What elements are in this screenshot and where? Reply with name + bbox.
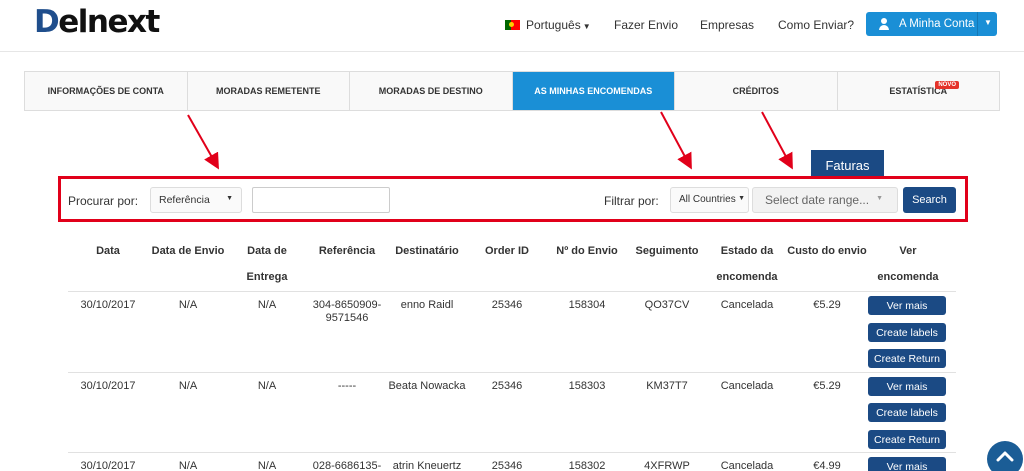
- country-filter-value: All Countries: [679, 194, 736, 205]
- row-divider: [68, 372, 956, 373]
- arrow-2: [660, 111, 692, 170]
- cell-destinatario: Beata Nowacka: [388, 380, 466, 392]
- date-range-picker[interactable]: Select date range... ▼: [752, 187, 898, 213]
- cell-data: 30/10/2017: [80, 460, 136, 471]
- col-header-ver-encomenda: Ver encomenda: [877, 245, 939, 283]
- cell-data-entrega: N/A: [257, 460, 277, 471]
- cell-estado: Cancelada: [720, 380, 774, 392]
- search-by-value: Referência: [159, 194, 210, 206]
- ver-mais-button[interactable]: Ver mais: [868, 457, 946, 471]
- row-divider: [68, 291, 956, 292]
- col-header-seguimento: Seguimento: [635, 245, 699, 257]
- col-header-data-envio: Data de Envio: [151, 245, 225, 257]
- filter-by-label: Filtrar por:: [604, 194, 659, 208]
- search-filter-bar: Procurar por: Referência ▼ Filtrar por: …: [58, 176, 968, 222]
- cell-seguimento: 4XFRWP: [644, 460, 690, 471]
- caret-down-icon: ▼: [876, 195, 883, 202]
- cell-order-id: 25346: [491, 380, 523, 392]
- search-by-label: Procurar por:: [68, 194, 139, 208]
- cell-numero-envio: 158302: [568, 460, 606, 471]
- cell-order-id: 25346: [491, 460, 523, 471]
- cell-estado: Cancelada: [720, 299, 774, 311]
- caret-down-icon: ▼: [226, 195, 233, 202]
- cell-data-envio: N/A: [178, 380, 198, 392]
- cell-seguimento: KM37T7: [646, 380, 688, 392]
- scroll-to-top-button[interactable]: [987, 441, 1023, 471]
- col-header-destinatario: Destinatário: [395, 245, 459, 257]
- search-by-select[interactable]: Referência ▼: [150, 187, 242, 213]
- search-button[interactable]: Search: [903, 187, 956, 213]
- cell-custo: €4.99: [813, 460, 841, 471]
- country-filter-select[interactable]: All Countries ▼: [670, 187, 749, 213]
- col-header-data: Data: [96, 245, 120, 257]
- ver-mais-button[interactable]: Ver mais: [868, 296, 946, 315]
- cell-data: 30/10/2017: [80, 299, 136, 311]
- cell-referencia-2: 9571546: [325, 312, 369, 324]
- annotation-arrows: [187, 111, 793, 170]
- date-range-placeholder: Select date range...: [765, 193, 870, 207]
- cell-destinatario: atrin Kneuertz: [392, 460, 462, 471]
- search-input[interactable]: [252, 187, 390, 213]
- create-labels-button[interactable]: Create labels: [868, 403, 946, 422]
- arrow-1: [187, 114, 219, 170]
- ver-mais-button[interactable]: Ver mais: [868, 377, 946, 396]
- cell-seguimento: QO37CV: [644, 299, 690, 311]
- cell-order-id: 25346: [491, 299, 523, 311]
- arrow-3: [761, 111, 793, 170]
- caret-down-icon: ▼: [738, 195, 745, 202]
- cell-referencia-1: -----: [337, 380, 357, 392]
- cell-data-envio: N/A: [178, 299, 198, 311]
- cell-referencia-1: 028-6686135-: [312, 460, 382, 471]
- cell-data-entrega: N/A: [257, 380, 277, 392]
- row-divider: [68, 452, 956, 453]
- cell-custo: €5.29: [813, 299, 841, 311]
- chevron-up-icon: [996, 451, 1014, 462]
- col-header-data-entrega: Data de Entrega: [246, 245, 288, 283]
- cell-data-entrega: N/A: [257, 299, 277, 311]
- cell-estado: Cancelada: [720, 460, 774, 471]
- cell-numero-envio: 158303: [568, 380, 606, 392]
- create-return-button[interactable]: Create Return: [868, 430, 946, 449]
- col-header-referencia: Referência: [318, 245, 376, 257]
- col-header-estado-2: encomenda: [716, 271, 778, 283]
- cell-data: 30/10/2017: [80, 380, 136, 392]
- col-header-custo: Custo do envio: [787, 245, 867, 257]
- col-header-order-id: Order ID: [484, 245, 529, 257]
- col-header-numero-envio: Nº do Envio: [556, 245, 618, 257]
- cell-data-envio: N/A: [178, 460, 198, 471]
- cell-numero-envio: 158304: [568, 299, 606, 311]
- cell-referencia-1: 304-8650909-: [312, 299, 382, 311]
- cell-destinatario: enno Raidl: [400, 299, 454, 311]
- create-labels-button[interactable]: Create labels: [868, 323, 946, 342]
- cell-custo: €5.29: [813, 380, 841, 392]
- create-return-button[interactable]: Create Return: [868, 349, 946, 368]
- col-header-estado-1: Estado da: [720, 245, 774, 257]
